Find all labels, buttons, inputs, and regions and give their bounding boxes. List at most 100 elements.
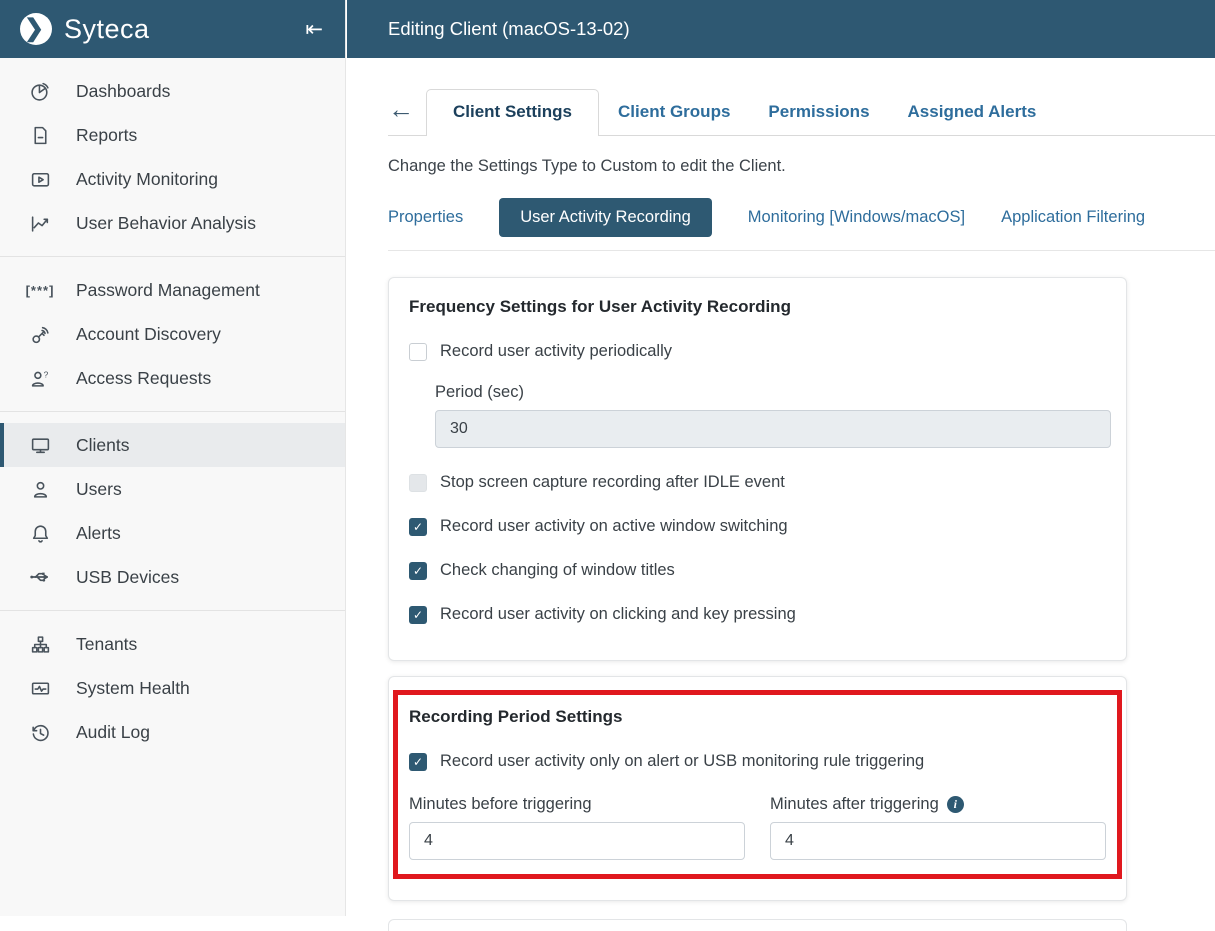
sidebar-item-label: Tenants — [76, 634, 137, 655]
sidebar-item-access-requests[interactable]: ? Access Requests — [0, 356, 345, 400]
content: ← Client Settings Client Groups Permissi… — [347, 89, 1215, 931]
pie-chart-icon — [28, 79, 52, 103]
sidebar-group-entities: Clients Users Alerts USB Devices — [0, 411, 345, 610]
sidebar-item-dashboards[interactable]: Dashboards — [0, 69, 345, 113]
sidebar-item-activity-monitoring[interactable]: Activity Monitoring — [0, 157, 345, 201]
back-arrow-icon[interactable]: ← — [388, 96, 414, 122]
subtab-monitoring[interactable]: Monitoring [Windows/macOS] — [748, 208, 965, 227]
period-field-block: Period (sec) — [435, 383, 1106, 448]
usb-icon — [28, 565, 52, 589]
checkbox-label: Check changing of window titles — [440, 561, 675, 580]
red-highlight-box: Recording Period Settings ✓ Record user … — [393, 690, 1122, 879]
period-label: Period (sec) — [435, 383, 1106, 402]
sidebar-item-label: Password Management — [76, 280, 260, 301]
logo-text: Syteca — [64, 14, 150, 45]
checkbox-row-click-key: ✓ Record user activity on clicking and k… — [409, 605, 1106, 624]
sidebar-header: ❯ Syteca ⇤ — [0, 0, 345, 58]
subtab-application-filtering[interactable]: Application Filtering — [1001, 208, 1145, 227]
sidebar: ❯ Syteca ⇤ Dashboards Reports Activity M… — [0, 0, 346, 916]
checkbox-stop-after-idle[interactable] — [409, 474, 427, 492]
person-question-icon: ? — [28, 366, 52, 390]
checkbox-window-titles[interactable]: ✓ — [409, 562, 427, 580]
sidebar-item-label: Audit Log — [76, 722, 150, 743]
sidebar-item-label: Dashboards — [76, 81, 170, 102]
checkbox-window-switching[interactable]: ✓ — [409, 518, 427, 536]
sidebar-item-users[interactable]: Users — [0, 467, 345, 511]
sidebar-group-analytics: Dashboards Reports Activity Monitoring U… — [0, 58, 345, 256]
sidebar-group-system: Tenants System Health Audit Log — [0, 610, 345, 765]
sidebar-item-user-behavior-analysis[interactable]: User Behavior Analysis — [0, 201, 345, 245]
svg-text:?: ? — [43, 369, 48, 379]
checkbox-row-idle: Stop screen capture recording after IDLE… — [409, 473, 1106, 492]
sidebar-item-clients[interactable]: Clients — [0, 423, 345, 467]
sidebar-item-label: USB Devices — [76, 567, 179, 588]
checkbox-alert-usb-triggering[interactable]: ✓ — [409, 753, 427, 771]
trend-chart-icon — [28, 211, 52, 235]
minutes-before-block: Minutes before triggering — [409, 795, 745, 860]
sidebar-item-label: Alerts — [76, 523, 121, 544]
syteca-logo[interactable]: ❯ Syteca — [20, 13, 150, 45]
person-icon — [28, 477, 52, 501]
sidebar-group-pam: [***] Password Management Account Discov… — [0, 256, 345, 411]
checkbox-label: Stop screen capture recording after IDLE… — [440, 473, 785, 492]
checkbox-row-window-titles: ✓ Check changing of window titles — [409, 561, 1106, 580]
minutes-before-input[interactable] — [409, 822, 745, 860]
info-icon[interactable]: i — [947, 796, 964, 813]
sidebar-item-label: Activity Monitoring — [76, 169, 218, 190]
page-header: Editing Client (macOS-13-02) — [347, 0, 1215, 58]
password-asterisks-icon: [***] — [28, 278, 52, 302]
tab-client-groups[interactable]: Client Groups — [599, 90, 749, 135]
sidebar-item-reports[interactable]: Reports — [0, 113, 345, 157]
tab-client-settings[interactable]: Client Settings — [426, 89, 599, 136]
card-title: Frequency Settings for User Activity Rec… — [409, 297, 1106, 317]
sidebar-item-label: Reports — [76, 125, 137, 146]
collapse-sidebar-icon[interactable]: ⇤ — [305, 17, 323, 42]
org-tree-icon — [28, 632, 52, 656]
syteca-logo-icon: ❯ — [20, 13, 52, 45]
monitor-pulse-icon — [28, 676, 52, 700]
minutes-after-input[interactable] — [770, 822, 1106, 860]
play-screen-icon — [28, 167, 52, 191]
trigger-minutes-fields: Minutes before triggering Minutes after … — [409, 795, 1106, 860]
sidebar-item-label: Clients — [76, 435, 130, 456]
sidebar-item-system-health[interactable]: System Health — [0, 666, 345, 710]
checkbox-label: Record user activity on active window sw… — [440, 517, 788, 536]
sidebar-item-label: Access Requests — [76, 368, 211, 389]
page-title: Editing Client (macOS-13-02) — [388, 18, 630, 40]
checkbox-row-periodically: Record user activity periodically — [409, 342, 1106, 361]
sidebar-item-label: Account Discovery — [76, 324, 221, 345]
sidebar-item-tenants[interactable]: Tenants — [0, 622, 345, 666]
checkbox-row-alert-usb: ✓ Record user activity only on alert or … — [409, 752, 1106, 771]
document-icon — [28, 123, 52, 147]
checkbox-click-key-pressing[interactable]: ✓ — [409, 606, 427, 624]
sidebar-item-label: Users — [76, 479, 122, 500]
settings-type-notice: Change the Settings Type to Custom to ed… — [388, 157, 1215, 176]
sidebar-item-password-management[interactable]: [***] Password Management — [0, 268, 345, 312]
card-title: Recording Period Settings — [409, 707, 1106, 727]
sidebar-item-audit-log[interactable]: Audit Log — [0, 710, 345, 754]
main-area: Editing Client (macOS-13-02) ← Client Se… — [347, 0, 1215, 916]
checkbox-record-periodically[interactable] — [409, 343, 427, 361]
subtab-user-activity-recording[interactable]: User Activity Recording — [499, 198, 712, 237]
period-input[interactable] — [435, 410, 1111, 448]
sidebar-item-usb-devices[interactable]: USB Devices — [0, 555, 345, 599]
subtab-bar: Properties User Activity Recording Monit… — [388, 198, 1215, 251]
bell-icon — [28, 521, 52, 545]
checkbox-label: Record user activity on clicking and key… — [440, 605, 796, 624]
frequency-settings-card: Frequency Settings for User Activity Rec… — [388, 277, 1127, 661]
minutes-after-label: Minutes after triggering — [770, 795, 939, 814]
sidebar-item-alerts[interactable]: Alerts — [0, 511, 345, 555]
key-signal-icon — [28, 322, 52, 346]
checkbox-label: Record user activity only on alert or US… — [440, 752, 924, 771]
sidebar-item-label: User Behavior Analysis — [76, 213, 256, 234]
minutes-after-block: Minutes after triggering i — [770, 795, 1106, 860]
tab-bar: ← Client Settings Client Groups Permissi… — [388, 89, 1215, 136]
checkbox-row-window-switching: ✓ Record user activity on active window … — [409, 517, 1106, 536]
tab-permissions[interactable]: Permissions — [749, 90, 888, 135]
sidebar-item-account-discovery[interactable]: Account Discovery — [0, 312, 345, 356]
checkbox-label: Record user activity periodically — [440, 342, 672, 361]
next-card-partial — [388, 919, 1127, 931]
recording-period-card: Recording Period Settings ✓ Record user … — [388, 676, 1127, 901]
subtab-properties[interactable]: Properties — [388, 208, 463, 227]
tab-assigned-alerts[interactable]: Assigned Alerts — [889, 90, 1056, 135]
